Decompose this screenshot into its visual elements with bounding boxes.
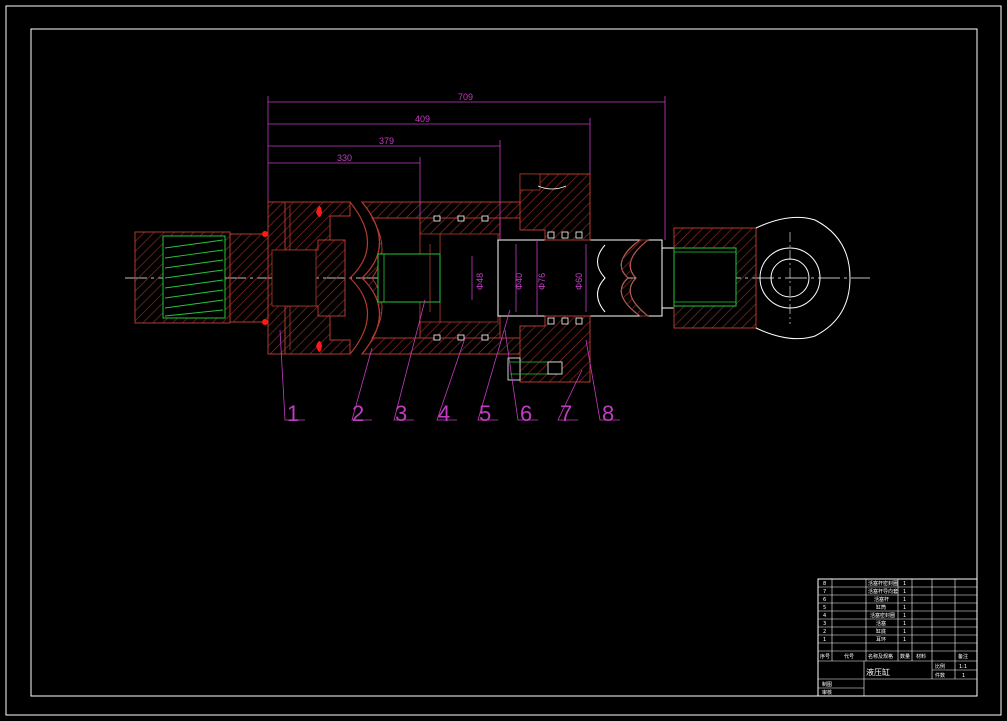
checked-label: 审核 [822, 689, 832, 696]
dim-709: 709 [458, 92, 473, 102]
part-name-3: 活塞 [876, 620, 886, 627]
ratio-value: 1:1 [959, 664, 967, 670]
cylinder-base [262, 201, 351, 355]
header-qty: 数量 [900, 653, 910, 660]
drawing-sheet: 709 409 379 330 Φ48 Φ40 Φ76 Φ60 1 2 3 4 … [5, 5, 1002, 716]
drawing-title: 液压缸 [866, 667, 890, 677]
part-no-3: 3 [823, 621, 826, 627]
dim-409: 409 [415, 114, 430, 124]
part-qty-7: 1 [903, 589, 906, 595]
balloon-8: 8 [602, 401, 614, 426]
part-qty-6: 1 [903, 597, 906, 603]
header-name: 名称及规格 [868, 653, 893, 660]
part-qty-4: 1 [903, 613, 906, 619]
part-qty-1: 1 [903, 637, 906, 643]
header-material: 材料 [916, 653, 926, 660]
left-rod-end [134, 231, 269, 324]
part-name-1: 耳环 [876, 637, 886, 643]
part-name-8: 活塞杆密封圈 [868, 580, 898, 587]
part-no-5: 5 [823, 605, 826, 611]
part-name-5: 缸筒 [876, 604, 886, 611]
diameter-d: Φ60 [574, 273, 584, 290]
part-name-4: 活塞密封圈 [870, 612, 895, 619]
part-name-6: 活塞杆 [874, 596, 889, 603]
title-block: 8 活塞杆密封圈 1 7 活塞杆导向套 1 6 活塞杆 1 5 缸筒 1 4 活… [817, 578, 978, 697]
part-no-6: 6 [823, 597, 826, 603]
part-qty-3: 1 [903, 621, 906, 627]
header-no: 序号 [820, 653, 830, 660]
outer-border [5, 5, 1002, 716]
dim-330: 330 [337, 153, 352, 163]
balloon-3: 3 [395, 401, 407, 426]
diameter-c: Φ76 [537, 273, 547, 290]
count-value: 1 [962, 673, 965, 679]
balloon-6: 6 [520, 401, 532, 426]
part-qty-2: 1 [903, 629, 906, 635]
balloon-5: 5 [479, 401, 491, 426]
balloon-7: 7 [560, 401, 572, 426]
part-name-2: 缸底 [876, 628, 886, 635]
part-name-7: 活塞杆导向套 [868, 588, 898, 595]
part-no-7: 7 [823, 589, 826, 595]
part-no-4: 4 [823, 613, 826, 619]
diameter-b: Φ40 [514, 273, 524, 290]
part-no-2: 2 [823, 629, 826, 635]
part-no-1: 1 [823, 637, 826, 643]
part-qty-8: 1 [903, 581, 906, 587]
drawn-label: 制图 [822, 681, 832, 688]
header-code: 代号 [844, 653, 854, 660]
dim-379: 379 [379, 136, 394, 146]
balloon-1: 1 [287, 401, 299, 426]
balloon-2: 2 [352, 401, 364, 426]
part-no-8: 8 [823, 581, 826, 587]
header-remark: 备注 [958, 653, 968, 660]
balloon-4: 4 [438, 401, 450, 426]
diameter-a: Φ48 [475, 273, 485, 290]
ratio-label: 比例 [935, 663, 945, 670]
inner-border [30, 28, 978, 697]
part-qty-5: 1 [903, 605, 906, 611]
count-label: 件数 [935, 672, 945, 679]
